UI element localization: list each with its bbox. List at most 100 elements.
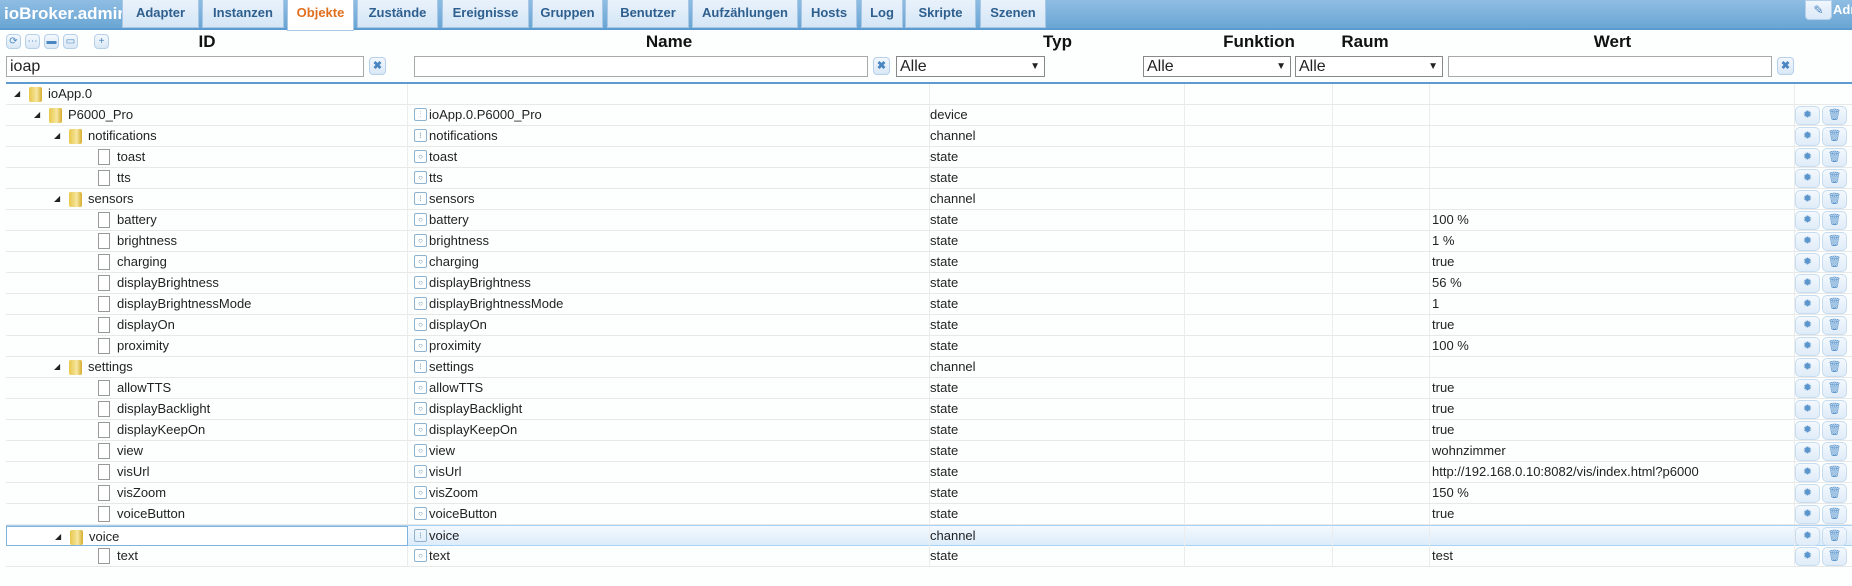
table-row[interactable]: text ○ text state test ✹ 🗑 — [6, 546, 1852, 567]
settings-gear-icon[interactable]: ✹ — [1795, 484, 1820, 503]
id-cell[interactable]: ◢ voice — [6, 526, 408, 546]
table-row[interactable]: displayKeepOn ○ displayKeepOn state true … — [6, 420, 1852, 441]
expand-toggle-icon[interactable]: ◢ — [34, 105, 40, 125]
raum-filter-select[interactable]: Alle ▼ — [1295, 56, 1443, 77]
column-header-name[interactable]: Name — [408, 32, 930, 52]
value-cell[interactable]: true — [1430, 378, 1795, 398]
settings-gear-icon[interactable]: ✹ — [1795, 505, 1820, 524]
settings-gear-icon[interactable]: ✹ — [1795, 442, 1820, 461]
settings-gear-icon[interactable]: ✹ — [1795, 527, 1820, 546]
table-row[interactable]: ◢ settings ⁝ settings channel ✹ 🗑 — [6, 357, 1852, 378]
table-row[interactable]: proximity ○ proximity state 100 % ✹ 🗑 — [6, 336, 1852, 357]
value-cell[interactable]: 1 % — [1430, 231, 1795, 251]
delete-trash-icon[interactable]: 🗑 — [1822, 463, 1847, 482]
table-row[interactable]: visZoom ○ visZoom state 150 % ✹ 🗑 — [6, 483, 1852, 504]
table-row[interactable]: displayBrightnessMode ○ displayBrightness… — [6, 294, 1852, 315]
delete-trash-icon[interactable]: 🗑 — [1822, 295, 1847, 314]
table-row[interactable]: battery ○ battery state 100 % ✹ 🗑 — [6, 210, 1852, 231]
id-cell[interactable]: ◢ ioApp.0 — [6, 84, 408, 104]
id-cell[interactable]: text — [6, 546, 408, 566]
delete-trash-icon[interactable]: 🗑 — [1822, 379, 1847, 398]
id-cell[interactable]: displayBacklight — [6, 399, 408, 419]
table-row[interactable]: ◢ ioApp.0 — [6, 84, 1852, 105]
name-filter-input[interactable] — [414, 56, 868, 77]
value-cell[interactable] — [1430, 147, 1795, 167]
wert-filter-input[interactable] — [1448, 56, 1772, 77]
settings-gear-icon[interactable]: ✹ — [1795, 169, 1820, 188]
table-row[interactable]: displayOn ○ displayOn state true ✹ 🗑 — [6, 315, 1852, 336]
tab-szenen[interactable]: Szenen — [980, 0, 1046, 28]
delete-trash-icon[interactable]: 🗑 — [1822, 421, 1847, 440]
id-cell[interactable]: voiceButton — [6, 504, 408, 524]
value-cell[interactable]: true — [1430, 420, 1795, 440]
delete-trash-icon[interactable]: 🗑 — [1822, 127, 1847, 146]
id-cell[interactable]: proximity — [6, 336, 408, 356]
delete-trash-icon[interactable]: 🗑 — [1822, 190, 1847, 209]
delete-trash-icon[interactable]: 🗑 — [1822, 106, 1847, 125]
tab-hosts[interactable]: Hosts — [801, 0, 857, 28]
settings-gear-icon[interactable]: ✹ — [1795, 253, 1820, 272]
tab-benutzer[interactable]: Benutzer — [607, 0, 689, 28]
table-row[interactable]: ◢ voice ⁝ voice channel ✹ 🗑 — [6, 525, 1852, 546]
value-cell[interactable] — [1430, 189, 1795, 209]
id-cell[interactable]: allowTTS — [6, 378, 408, 398]
tab-aufzählungen[interactable]: Aufzählungen — [692, 0, 798, 28]
id-cell[interactable]: displayBrightnessMode — [6, 294, 408, 314]
delete-trash-icon[interactable]: 🗑 — [1822, 547, 1847, 566]
settings-gear-icon[interactable]: ✹ — [1795, 379, 1820, 398]
id-cell[interactable]: ◢ P6000_Pro — [6, 105, 408, 125]
delete-trash-icon[interactable]: 🗑 — [1822, 505, 1847, 524]
settings-gear-icon[interactable]: ✹ — [1795, 400, 1820, 419]
value-cell[interactable]: 100 % — [1430, 336, 1795, 356]
typ-filter-select[interactable]: Alle ▼ — [896, 56, 1045, 77]
value-cell[interactable]: true — [1430, 399, 1795, 419]
settings-gear-icon[interactable]: ✹ — [1795, 211, 1820, 230]
delete-trash-icon[interactable]: 🗑 — [1822, 442, 1847, 461]
tab-skripte[interactable]: Skripte — [905, 0, 976, 28]
delete-trash-icon[interactable]: 🗑 — [1822, 232, 1847, 251]
id-cell[interactable]: brightness — [6, 231, 408, 251]
delete-trash-icon[interactable]: 🗑 — [1822, 337, 1847, 356]
table-row[interactable]: charging ○ charging state true ✹ 🗑 — [6, 252, 1852, 273]
id-cell[interactable]: tts — [6, 168, 408, 188]
settings-gear-icon[interactable]: ✹ — [1795, 316, 1820, 335]
value-cell[interactable]: 56 % — [1430, 273, 1795, 293]
id-cell[interactable]: charging — [6, 252, 408, 272]
delete-trash-icon[interactable]: 🗑 — [1822, 484, 1847, 503]
tab-gruppen[interactable]: Gruppen — [532, 0, 603, 28]
table-row[interactable]: brightness ○ brightness state 1 % ✹ 🗑 — [6, 231, 1852, 252]
delete-trash-icon[interactable]: 🗑 — [1822, 274, 1847, 293]
table-row[interactable]: ◢ sensors ⁝ sensors channel ✹ 🗑 — [6, 189, 1852, 210]
value-cell[interactable]: 150 % — [1430, 483, 1795, 503]
value-cell[interactable]: true — [1430, 252, 1795, 272]
value-cell[interactable]: http://192.168.0.10:8082/vis/index.html?… — [1430, 462, 1795, 482]
settings-gear-icon[interactable]: ✹ — [1795, 127, 1820, 146]
tab-log[interactable]: Log — [861, 0, 903, 28]
funktion-filter-select[interactable]: Alle ▼ — [1143, 56, 1291, 77]
settings-gear-icon[interactable]: ✹ — [1795, 148, 1820, 167]
settings-gear-icon[interactable]: ✹ — [1795, 232, 1820, 251]
id-cell[interactable]: ◢ settings — [6, 357, 408, 377]
edit-icon[interactable]: ✎ — [1805, 0, 1832, 20]
tab-objekte[interactable]: Objekte — [287, 0, 354, 31]
tab-zustände[interactable]: Zustände — [357, 0, 438, 28]
settings-gear-icon[interactable]: ✹ — [1795, 190, 1820, 209]
id-cell[interactable]: displayKeepOn — [6, 420, 408, 440]
tab-ereignisse[interactable]: Ereignisse — [442, 0, 529, 28]
settings-gear-icon[interactable]: ✹ — [1795, 274, 1820, 293]
table-row[interactable]: toast ○ toast state ✹ 🗑 — [6, 147, 1852, 168]
settings-gear-icon[interactable]: ✹ — [1795, 463, 1820, 482]
delete-trash-icon[interactable]: 🗑 — [1822, 169, 1847, 188]
table-row[interactable]: ◢ notifications ⁝ notifications channel ✹ 🗑 — [6, 126, 1852, 147]
value-cell[interactable]: wohnzimmer — [1430, 441, 1795, 461]
settings-gear-icon[interactable]: ✹ — [1795, 547, 1820, 566]
column-header-id[interactable]: ID — [6, 32, 408, 52]
settings-gear-icon[interactable]: ✹ — [1795, 358, 1820, 377]
id-cell[interactable]: toast — [6, 147, 408, 167]
value-cell[interactable]: 1 — [1430, 294, 1795, 314]
expand-toggle-icon[interactable]: ◢ — [54, 189, 60, 209]
tab-adapter[interactable]: Adapter — [122, 0, 199, 28]
delete-trash-icon[interactable]: 🗑 — [1822, 400, 1847, 419]
expand-toggle-icon[interactable]: ◢ — [54, 357, 60, 377]
delete-trash-icon[interactable]: 🗑 — [1822, 211, 1847, 230]
